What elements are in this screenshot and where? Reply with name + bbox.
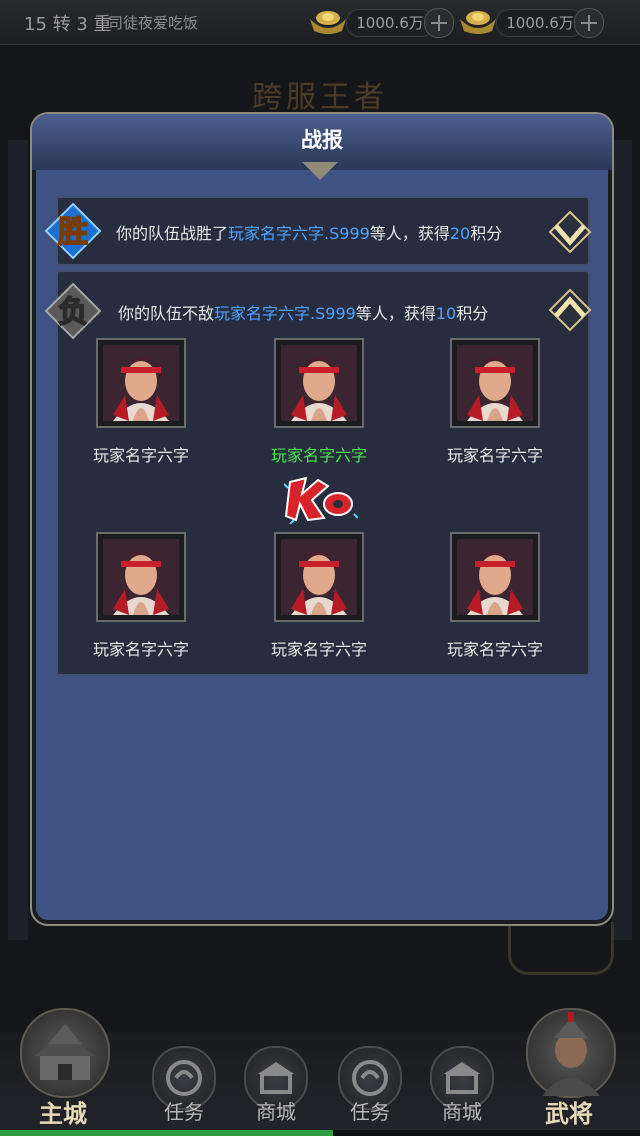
report-suffix: 积分 <box>456 304 489 323</box>
nav-shop-button[interactable]: 商城 <box>422 1044 502 1134</box>
hero-card[interactable]: 玩家名字六字 <box>54 532 224 682</box>
hero-portrait <box>274 338 364 428</box>
ko-icon <box>284 476 358 524</box>
report-middle: 等人，获得 <box>355 304 436 323</box>
report-prefix: 你的队伍不敌 <box>118 304 215 323</box>
hero-name: 玩家名字六字 <box>270 640 367 659</box>
report-prefix: 你的队伍战胜了 <box>116 224 229 243</box>
progress-fill <box>0 1130 333 1136</box>
currency-value: 1000.6万 <box>346 9 434 37</box>
opponent-name: 玩家名字六字.S999 <box>228 224 370 243</box>
background-frame <box>612 140 632 940</box>
opponent-name: 玩家名字六字.S999 <box>214 304 356 323</box>
top-status-bar: 15 转 3 重 司徒夜爱吃饭 1000.6万 1000.6万 <box>0 0 640 45</box>
nav-task-button[interactable]: 任务 <box>330 1044 410 1134</box>
win-badge-text: 胜 <box>58 215 88 250</box>
report-text: 你的队伍战胜了玩家名字六字.S999等人，获得20积分 <box>116 220 502 244</box>
collapse-chevron-icon[interactable] <box>548 288 592 332</box>
hero-name: 玩家名字六字 <box>92 446 189 465</box>
nav-generals-button[interactable]: 武将 <box>514 1008 624 1128</box>
report-text: 你的队伍不敌玩家名字六字.S999等人，获得10积分 <box>118 300 488 324</box>
win-badge-icon: 胜 <box>44 202 102 260</box>
hero-portrait <box>274 532 364 622</box>
gold-ingot-icon <box>310 11 346 34</box>
nav-shop-button[interactable]: 商城 <box>236 1044 316 1134</box>
player-rank: 15 转 3 重 <box>24 14 112 35</box>
hero-card[interactable]: 玩家名字六字 <box>408 532 578 682</box>
player-name: 司徒夜爱吃饭 <box>108 14 199 32</box>
loss-badge-icon: 负 <box>44 282 102 340</box>
hero-portrait <box>450 532 540 622</box>
nav-label: 商城 <box>442 1100 482 1124</box>
loading-progress-bar <box>0 1130 640 1136</box>
hero-name: 玩家名字六字 <box>446 446 543 465</box>
general-portrait-icon <box>526 1008 616 1098</box>
hero-portrait <box>96 338 186 428</box>
background-frame <box>8 140 28 940</box>
hero-name: 玩家名字六字 <box>92 640 189 659</box>
nav-task-button[interactable]: 任务 <box>144 1044 224 1134</box>
city-icon <box>20 1008 110 1098</box>
hero-portrait <box>96 532 186 622</box>
hero-portrait <box>450 338 540 428</box>
expand-chevron-icon[interactable] <box>548 210 592 254</box>
nav-label: 商城 <box>256 1100 296 1124</box>
report-suffix: 积分 <box>470 224 503 243</box>
dialog-title: 战报 <box>301 128 343 152</box>
hero-card[interactable]: 玩家名字六字 <box>54 338 224 488</box>
hero-name: 玩家名字六字 <box>446 640 543 659</box>
hero-card[interactable]: 玩家名字六字 <box>232 338 402 488</box>
header-ornament <box>302 162 338 180</box>
nav-label: 主城 <box>39 1099 87 1128</box>
report-row-win[interactable]: 胜 你的队伍战胜了玩家名字六字.S999等人，获得20积分 <box>44 196 592 266</box>
loss-badge-text: 负 <box>58 295 88 330</box>
hero-card[interactable]: 玩家名字六字 <box>408 338 578 488</box>
report-middle: 等人，获得 <box>369 224 450 243</box>
nav-label: 武将 <box>545 1099 593 1128</box>
points-value: 20 <box>449 224 471 243</box>
hero-card[interactable]: 玩家名字六字 <box>232 532 402 682</box>
add-currency-button[interactable] <box>424 8 454 38</box>
nav-label: 任务 <box>164 1100 204 1124</box>
nav-label: 任务 <box>350 1100 390 1124</box>
currency-value: 1000.6万 <box>496 9 584 37</box>
background-decoration <box>508 922 614 975</box>
battle-report-dialog: 战报 胜 你的队伍战胜了玩家名字六字.S999等人，获得20积分 负 你的队伍不… <box>30 112 614 926</box>
background-title: 跨服王者 <box>252 80 388 115</box>
add-currency-button[interactable] <box>574 8 604 38</box>
hero-name-highlighted: 玩家名字六字 <box>270 446 367 465</box>
points-value: 10 <box>435 304 457 323</box>
gold-ingot-icon <box>460 11 496 34</box>
nav-main-city-button[interactable]: 主城 <box>8 1008 118 1128</box>
